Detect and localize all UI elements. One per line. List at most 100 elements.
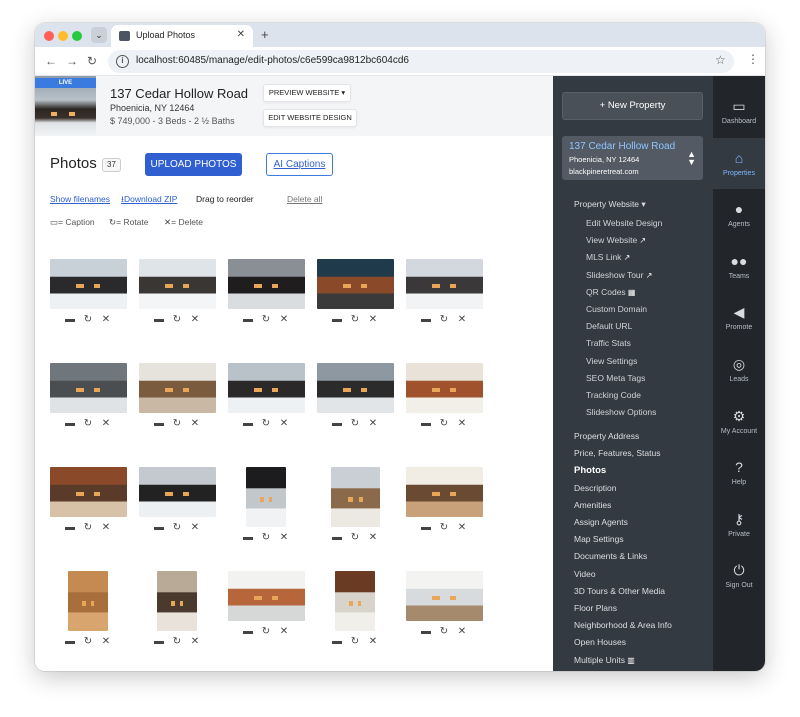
delete-icon[interactable]: ✕: [275, 314, 293, 325]
sidebar-item-neighborhood-area-info[interactable]: Neighborhood & Area Info: [574, 620, 672, 630]
rotate-icon[interactable]: ↻: [79, 522, 97, 533]
delete-icon[interactable]: ✕: [275, 532, 293, 543]
caption-icon[interactable]: ▬: [417, 418, 435, 429]
rotate-icon[interactable]: ↻: [435, 418, 453, 429]
rotate-icon[interactable]: ↻: [346, 532, 364, 543]
caption-icon[interactable]: ▬: [417, 314, 435, 325]
zoom-window-button[interactable]: [72, 31, 82, 41]
photo-thumbnail[interactable]: [330, 467, 380, 527]
sidebar-item-video[interactable]: Video: [574, 569, 596, 579]
sidebar-item-property-website[interactable]: Property Website ▾: [574, 199, 646, 210]
photo-thumbnail[interactable]: [68, 571, 108, 631]
ai-captions-button[interactable]: AI Captions: [266, 153, 333, 176]
photo-thumbnail[interactable]: [405, 363, 483, 413]
photo-thumbnail[interactable]: [227, 363, 305, 413]
rail-item-my-account[interactable]: ⚙ My Account: [713, 396, 765, 447]
delete-icon[interactable]: ✕: [97, 636, 115, 647]
caption-icon[interactable]: ▬: [417, 522, 435, 533]
property-thumbnail[interactable]: LIVE: [35, 76, 96, 136]
delete-icon[interactable]: ✕: [186, 314, 204, 325]
delete-all-link[interactable]: Delete all: [287, 194, 322, 204]
sidebar-item-description[interactable]: Description: [574, 483, 617, 493]
delete-icon[interactable]: ✕: [186, 522, 204, 533]
rotate-icon[interactable]: ↻: [168, 522, 186, 533]
preview-website-button[interactable]: PREVIEW WEBSITE ▾: [263, 84, 351, 102]
address-bar[interactable]: i localhost:60485/manage/edit-photos/c6e…: [108, 50, 734, 73]
caption-icon[interactable]: ▬: [328, 636, 346, 647]
sidebar-subitem-edit-website-design[interactable]: Edit Website Design: [586, 218, 662, 228]
reload-button[interactable]: ↻: [87, 54, 97, 68]
sidebar-subitem-custom-domain[interactable]: Custom Domain: [586, 304, 647, 314]
delete-icon[interactable]: ✕: [97, 522, 115, 533]
show-filenames-link[interactable]: Show filenames: [50, 194, 110, 204]
sidebar-item-photos[interactable]: Photos: [574, 465, 606, 476]
sidebar-subitem-mls-link[interactable]: MLS Link ↗: [586, 252, 630, 262]
caption-icon[interactable]: ▬: [61, 636, 79, 647]
delete-icon[interactable]: ✕: [453, 626, 471, 637]
rotate-icon[interactable]: ↻: [346, 418, 364, 429]
edit-website-design-button[interactable]: EDIT WEBSITE DESIGN: [263, 109, 357, 127]
tab-search-button[interactable]: ⌄: [91, 27, 107, 43]
caption-icon[interactable]: ▬: [328, 314, 346, 325]
photo-thumbnail[interactable]: [49, 467, 127, 517]
sidebar-subitem-slideshow-tour[interactable]: Slideshow Tour ↗: [586, 270, 652, 280]
photo-thumbnail[interactable]: [138, 363, 216, 413]
sidebar-item-documents-links[interactable]: Documents & Links: [574, 551, 647, 561]
caption-icon[interactable]: ▬: [150, 636, 168, 647]
photo-thumbnail[interactable]: [405, 259, 483, 309]
caption-icon[interactable]: ▬: [328, 532, 346, 543]
delete-icon[interactable]: ✕: [453, 418, 471, 429]
rotate-icon[interactable]: ↻: [257, 532, 275, 543]
caption-icon[interactable]: ▬: [150, 418, 168, 429]
delete-icon[interactable]: ✕: [186, 636, 204, 647]
sidebar-item-assign-agents[interactable]: Assign Agents: [574, 517, 628, 527]
rail-item-help[interactable]: ? Help: [713, 447, 765, 498]
download-zip-link[interactable]: ⭳Download ZIP: [121, 194, 177, 208]
browser-tab[interactable]: Upload Photos ✕: [111, 25, 253, 47]
caption-icon[interactable]: ▬: [239, 532, 257, 543]
sidebar-item-property-address[interactable]: Property Address: [574, 431, 639, 441]
photo-thumbnail[interactable]: [138, 259, 216, 309]
rotate-icon[interactable]: ↻: [168, 418, 186, 429]
sidebar-item-map-settings[interactable]: Map Settings: [574, 534, 624, 544]
site-info-icon[interactable]: i: [116, 55, 129, 68]
rotate-icon[interactable]: ↻: [168, 636, 186, 647]
rail-item-teams[interactable]: ●● Teams: [713, 241, 765, 292]
photo-thumbnail[interactable]: [246, 467, 286, 527]
caption-icon[interactable]: ▬: [239, 314, 257, 325]
rail-item-sign-out[interactable]: ⏻ Sign Out: [713, 550, 765, 601]
caption-icon[interactable]: ▬: [150, 522, 168, 533]
photo-thumbnail[interactable]: [405, 467, 483, 517]
sidebar-item-amenities[interactable]: Amenities: [574, 500, 611, 510]
delete-icon[interactable]: ✕: [186, 418, 204, 429]
bookmark-star-icon[interactable]: ☆: [715, 53, 726, 67]
photo-thumbnail[interactable]: [157, 571, 197, 631]
photo-thumbnail[interactable]: [138, 467, 216, 517]
browser-menu-icon[interactable]: ⋮: [747, 52, 759, 66]
back-button[interactable]: ←: [45, 54, 57, 68]
caption-icon[interactable]: ▬: [328, 418, 346, 429]
rotate-icon[interactable]: ↻: [79, 636, 97, 647]
forward-button[interactable]: →: [66, 54, 78, 68]
sidebar-subitem-qr-codes[interactable]: QR Codes ▦: [586, 287, 635, 297]
delete-icon[interactable]: ✕: [97, 314, 115, 325]
upload-photos-button[interactable]: UPLOAD PHOTOS: [145, 153, 242, 176]
caption-icon[interactable]: ▬: [239, 626, 257, 637]
rail-item-leads[interactable]: ◎ Leads: [713, 344, 765, 395]
property-selector[interactable]: 137 Cedar Hollow Road Phoenicia, NY 1246…: [562, 136, 703, 180]
photo-thumbnail[interactable]: [49, 363, 127, 413]
new-tab-button[interactable]: +: [261, 27, 269, 42]
sidebar-item-floor-plans[interactable]: Floor Plans: [574, 603, 617, 613]
rail-item-agents[interactable]: ● Agents: [713, 189, 765, 240]
rail-item-private[interactable]: ⚷ Private: [713, 499, 765, 550]
close-window-button[interactable]: [44, 31, 54, 41]
caption-icon[interactable]: ▬: [239, 418, 257, 429]
delete-icon[interactable]: ✕: [364, 532, 382, 543]
minimize-window-button[interactable]: [58, 31, 68, 41]
delete-icon[interactable]: ✕: [453, 522, 471, 533]
sidebar-item-price-features-status[interactable]: Price, Features, Status: [574, 448, 660, 458]
photo-thumbnail[interactable]: [335, 571, 375, 631]
rotate-icon[interactable]: ↻: [346, 314, 364, 325]
delete-icon[interactable]: ✕: [275, 418, 293, 429]
caption-icon[interactable]: ▬: [61, 522, 79, 533]
